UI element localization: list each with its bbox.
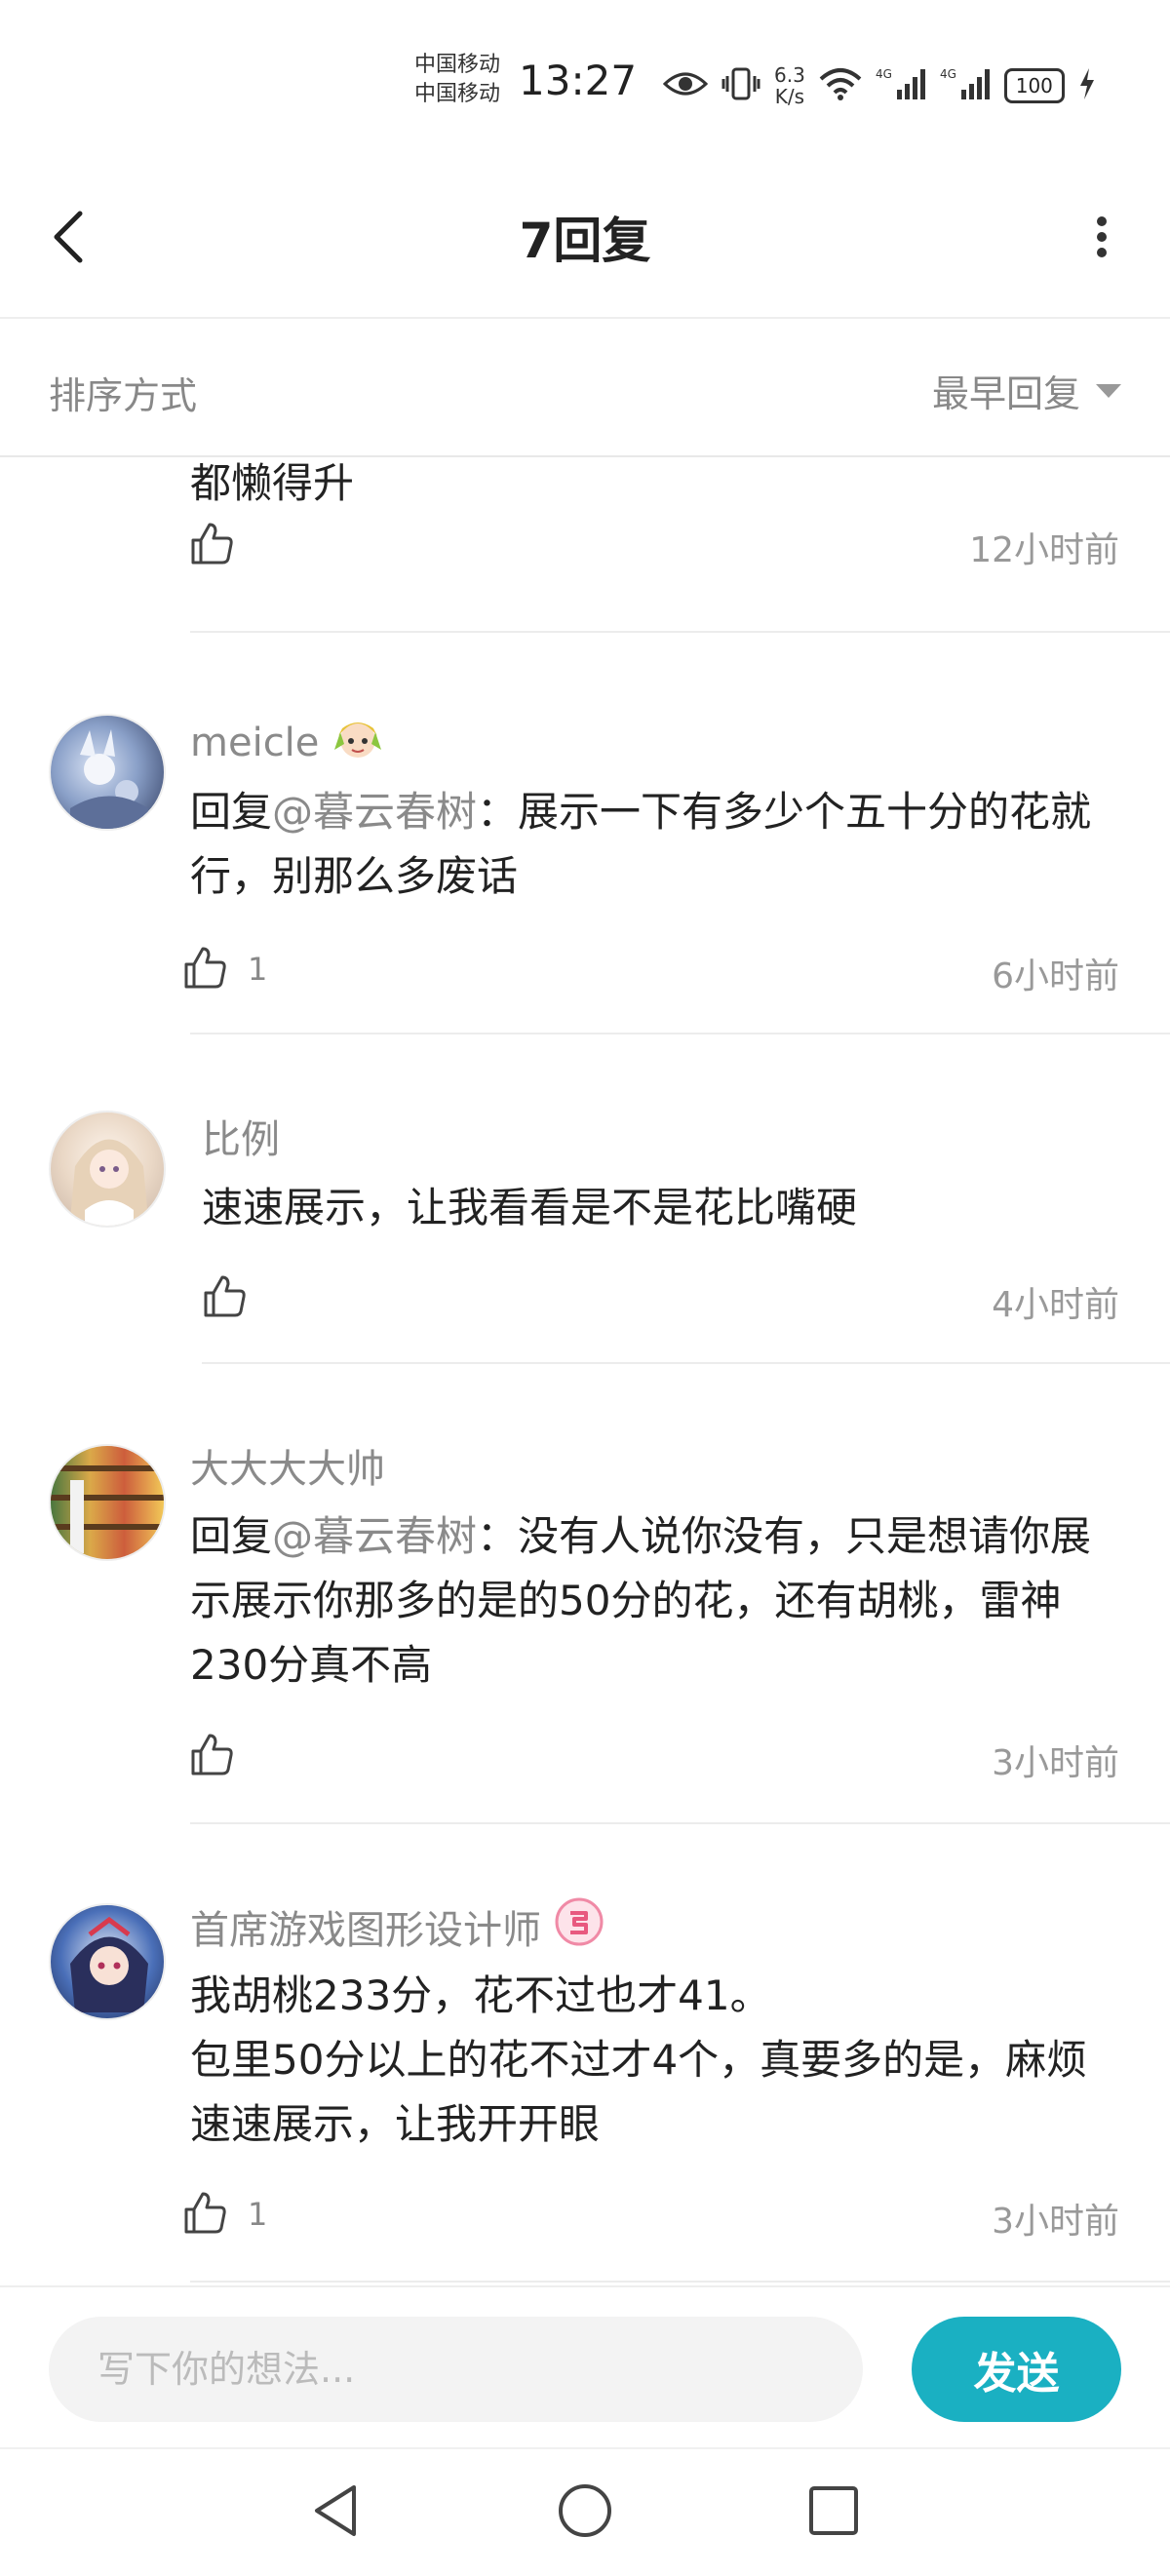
- username[interactable]: 比例: [202, 1108, 280, 1164]
- nav-home-button[interactable]: [546, 2474, 624, 2552]
- user-avatar[interactable]: [49, 1111, 166, 1228]
- send-button[interactable]: 发送: [912, 2317, 1121, 2422]
- page-title: 7回复: [519, 213, 651, 269]
- back-button[interactable]: [39, 195, 98, 283]
- app-header: 7回复: [0, 166, 1170, 319]
- username-row: 首席游戏图形设计师: [190, 1895, 605, 1958]
- carrier-1: 中国移动: [414, 53, 501, 77]
- sort-selected-value: 最早回复: [931, 372, 1080, 415]
- circle-home-icon: [556, 2481, 614, 2544]
- divider: [190, 1822, 1170, 1824]
- thumbs-up-icon: [203, 1273, 248, 1322]
- reply-time: 4小时前: [992, 1285, 1119, 1325]
- status-bar: 中国移动 中国移动 13:27 6.3 K/s 4G 4G 100: [0, 0, 1170, 166]
- reply-prefix: 回复: [190, 1512, 273, 1560]
- reply-time: 3小时前: [992, 1743, 1119, 1783]
- comment-composer: 发送: [0, 2285, 1170, 2448]
- reply-list[interactable]: 都懒得升 12小时前 meicle 回复@暮云春树：展示一下有多少个五十分的花就…: [0, 457, 1170, 2285]
- caret-down-icon: [1096, 383, 1121, 398]
- mention-link[interactable]: @暮云春树: [272, 1512, 477, 1560]
- like-button[interactable]: [190, 521, 235, 569]
- username-row: 比例: [202, 1108, 280, 1164]
- pink-level-badge-icon: [553, 1895, 605, 1958]
- svg-text:4G: 4G: [876, 67, 892, 81]
- like-count: 1: [248, 951, 268, 988]
- charging-icon: [1078, 67, 1096, 104]
- mention-link[interactable]: @暮云春树: [272, 788, 477, 836]
- user-avatar[interactable]: [49, 1903, 166, 2020]
- username[interactable]: 大大大大帅: [190, 1437, 385, 1494]
- reply-time: 3小时前: [992, 2202, 1119, 2242]
- thumbs-up-icon: [190, 1732, 235, 1780]
- reply-text: 速速展示，让我看看是不是花比嘴硬: [202, 1184, 858, 1231]
- more-options-button[interactable]: [1063, 195, 1141, 283]
- eye-icon: [662, 69, 709, 102]
- user-avatar[interactable]: [49, 714, 166, 831]
- reply-prefix: 回复: [190, 788, 273, 836]
- like-button[interactable]: 1: [183, 2190, 267, 2239]
- reply-time: 6小时前: [992, 956, 1119, 996]
- nav-back-button[interactable]: [297, 2474, 375, 2552]
- comment-input[interactable]: [49, 2317, 863, 2422]
- signal-4g-icon: 4G: [940, 66, 991, 105]
- divider: [190, 2281, 1170, 2283]
- like-button[interactable]: [203, 1273, 248, 1322]
- svg-text:4G: 4G: [940, 67, 956, 81]
- nav-recents-button[interactable]: [795, 2474, 873, 2552]
- carrier-2: 中国移动: [414, 82, 501, 106]
- system-nav-bar: [0, 2447, 1170, 2576]
- username[interactable]: 首席游戏图形设计师: [190, 1898, 541, 1955]
- anime-character-badge-icon: [331, 711, 385, 775]
- chevron-left-icon: [49, 208, 88, 270]
- thumbs-up-icon: [190, 521, 235, 569]
- reply-text: 回复@暮云春树：没有人说你没有，只是想请你展示展示你那多的是的50分的花，还有胡…: [190, 1504, 1126, 1698]
- network-speed-unit: K/s: [774, 85, 805, 108]
- reply-text-line: 包里50分以上的花不过才4个，真要多的是，麻烦速速展示，让我开开眼: [190, 2036, 1088, 2148]
- vertical-dots-icon: [1096, 215, 1108, 262]
- sort-dropdown[interactable]: 最早回复: [932, 364, 1121, 417]
- network-speed-value: 6.3: [774, 63, 805, 87]
- battery-indicator: 100: [1003, 68, 1065, 103]
- thumbs-up-icon: [183, 945, 228, 994]
- status-time: 13:27: [519, 57, 638, 104]
- user-avatar[interactable]: [49, 1444, 166, 1561]
- reply-text: 都懒得升: [190, 459, 355, 507]
- vibrate-icon: [722, 66, 760, 105]
- divider: [202, 1362, 1170, 1364]
- triangle-back-icon: [307, 2481, 366, 2544]
- like-count: 1: [248, 2196, 268, 2233]
- wifi-icon: [819, 67, 862, 104]
- username[interactable]: meicle: [190, 721, 319, 765]
- username-row: meicle: [190, 711, 385, 775]
- reply-text-line: 我胡桃233分，花不过也才41。: [190, 1971, 771, 2019]
- like-button[interactable]: [190, 1732, 235, 1780]
- reply-text: 回复@暮云春树：展示一下有多少个五十分的花就行，别那么多废话: [190, 780, 1126, 909]
- thumbs-up-icon: [183, 2190, 228, 2239]
- signal-4g-icon: 4G: [876, 66, 926, 105]
- username-row: 大大大大帅: [190, 1437, 385, 1494]
- divider: [190, 631, 1170, 633]
- square-recents-icon: [804, 2481, 863, 2544]
- carrier-labels: 中国移动 中国移动: [414, 51, 500, 109]
- status-icons: 6.3 K/s 4G 4G 100: [662, 59, 1096, 113]
- reply-time: 12小时前: [969, 530, 1119, 570]
- sort-label: 排序方式: [49, 374, 198, 417]
- sort-bar: 排序方式 最早回复: [0, 319, 1170, 457]
- reply-text: 我胡桃233分，花不过也才41。包里50分以上的花不过才4个，真要多的是，麻烦速…: [190, 1964, 1126, 2157]
- divider: [190, 1033, 1170, 1034]
- network-speed: 6.3 K/s: [774, 64, 805, 107]
- like-button[interactable]: 1: [183, 945, 267, 994]
